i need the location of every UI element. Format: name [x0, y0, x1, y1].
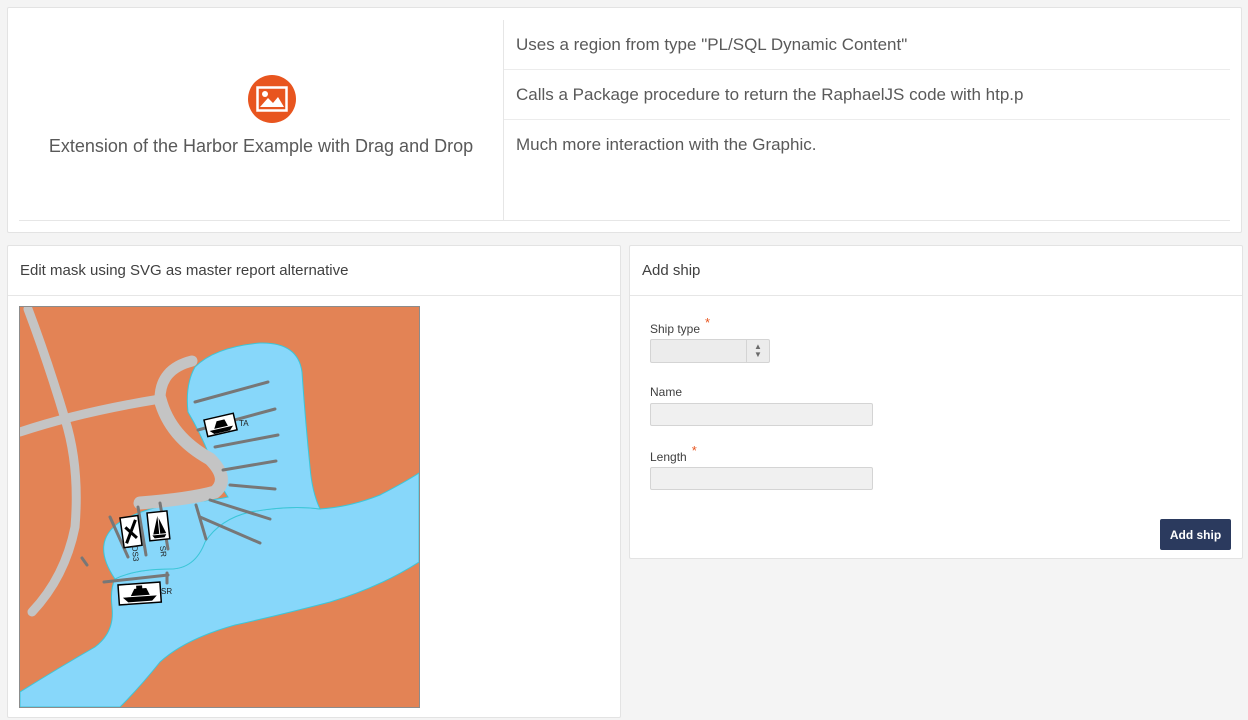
- required-marker: *: [691, 443, 697, 458]
- image-icon: [248, 75, 296, 123]
- feature-item: Much more interaction with the Graphic.: [516, 135, 817, 154]
- select-arrows-icon: ▲ ▼: [746, 340, 769, 362]
- map-region: Edit mask using SVG as master report alt…: [7, 245, 621, 718]
- map-region-title: Edit mask using SVG as master report alt…: [8, 246, 620, 296]
- ship-icon[interactable]: [146, 510, 171, 542]
- hero-title: Extension of the Harbor Example with Dra…: [48, 136, 474, 156]
- add-ship-title: Add ship: [630, 246, 1242, 296]
- length-label: Length *: [650, 443, 697, 464]
- feature-list: Uses a region from type "PL/SQL Dynamic …: [504, 20, 1230, 169]
- ship-icon[interactable]: [117, 581, 163, 606]
- required-marker: *: [705, 315, 711, 330]
- ship-type-label: Ship type *: [650, 315, 711, 336]
- name-label: Name: [650, 385, 683, 399]
- feature-item: Uses a region from type "PL/SQL Dynamic …: [504, 20, 1230, 70]
- berth-label: DS3: [130, 545, 140, 562]
- hero-card: Extension of the Harbor Example with Dra…: [7, 7, 1242, 233]
- harbor-map[interactable]: TA DS3 SR SR: [19, 306, 420, 708]
- length-input[interactable]: [650, 467, 873, 490]
- berth-label: SR: [158, 545, 168, 557]
- berth-label: SR: [161, 587, 172, 596]
- feature-item: Calls a Package procedure to return the …: [504, 70, 1230, 120]
- ship-type-select[interactable]: ▲ ▼: [650, 339, 770, 363]
- add-ship-region: Add ship Ship type * ▲ ▼ Name Length * Add …: [629, 245, 1243, 559]
- berth-label: TA: [239, 419, 249, 428]
- divider: [19, 220, 1230, 221]
- hero-left-panel: Extension of the Harbor Example with Dra…: [19, 20, 504, 220]
- add-ship-button[interactable]: Add ship: [1160, 519, 1231, 550]
- ship-icon[interactable]: [119, 514, 143, 549]
- name-input[interactable]: [650, 403, 873, 426]
